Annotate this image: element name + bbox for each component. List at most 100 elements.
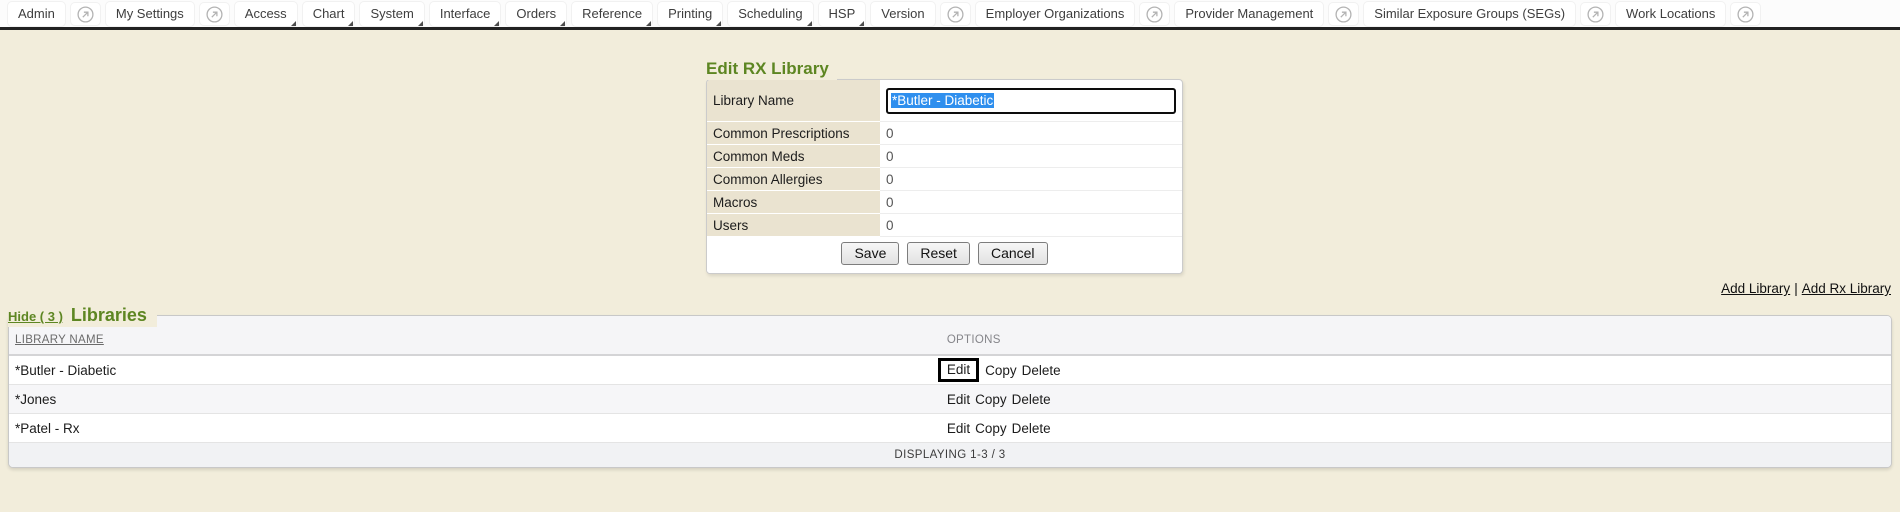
add-library-link[interactable]: Add Library xyxy=(1721,281,1790,296)
form-title: Edit RX Library xyxy=(706,58,837,80)
tab-label: Work Locations xyxy=(1626,6,1715,21)
tab-provider-management[interactable]: Provider Management xyxy=(1175,2,1323,26)
dropdown-corner-icon xyxy=(291,21,296,26)
field-label: Users xyxy=(707,214,880,237)
field-value: 0 xyxy=(880,168,1182,191)
tab-work-locations[interactable]: Work Locations xyxy=(1616,2,1725,26)
tab-label: Similar Exposure Groups (SEGs) xyxy=(1374,6,1565,21)
tab-label: Printing xyxy=(668,6,712,21)
table-header-row: LIBRARY NAME OPTIONS xyxy=(9,316,1891,356)
tab-interface[interactable]: Interface xyxy=(430,2,501,26)
tab-label: Chart xyxy=(313,6,345,21)
edit-rx-library-form: Edit RX Library Library Name *Butler - D… xyxy=(706,58,1183,274)
tab-label: Version xyxy=(881,6,924,21)
tab-label: Access xyxy=(245,6,287,21)
form-row-common-prescriptions: Common Prescriptions 0 xyxy=(707,122,1182,145)
form-row-macros: Macros 0 xyxy=(707,191,1182,214)
library-name: *Butler - Diabetic xyxy=(9,363,937,378)
dropdown-corner-icon xyxy=(716,21,721,26)
edit-link[interactable]: Edit xyxy=(947,392,970,407)
form-row-library-name: Library Name *Butler - Diabetic xyxy=(707,80,1182,122)
library-name-input[interactable]: *Butler - Diabetic xyxy=(886,88,1176,114)
table-row: *Patel - Rx Edit Copy Delete xyxy=(9,414,1891,443)
libraries-legend: Hide ( 3 ) Libraries xyxy=(8,303,157,327)
field-value: 0 xyxy=(880,145,1182,168)
copy-link[interactable]: Copy xyxy=(975,392,1007,407)
field-label: Macros xyxy=(707,191,880,214)
table-row: *Butler - Diabetic Edit Copy Delete xyxy=(9,356,1891,385)
tab-label: System xyxy=(370,6,413,21)
tab-access[interactable]: Access xyxy=(235,2,297,26)
reset-button[interactable]: Reset xyxy=(907,242,970,265)
form-box: Library Name *Butler - Diabetic Common P… xyxy=(706,79,1183,274)
column-header-options: OPTIONS xyxy=(947,334,1001,346)
edit-link[interactable]: Edit xyxy=(938,358,979,382)
add-rx-library-link[interactable]: Add Rx Library xyxy=(1802,281,1891,296)
field-value: 0 xyxy=(880,214,1182,237)
external-link-icon[interactable] xyxy=(941,3,970,25)
form-row-common-allergies: Common Allergies 0 xyxy=(707,168,1182,191)
tab-version[interactable]: Version xyxy=(871,2,934,26)
dropdown-corner-icon xyxy=(560,21,565,26)
delete-link[interactable]: Delete xyxy=(1012,421,1051,436)
form-buttons-row: Save Reset Cancel xyxy=(707,237,1182,273)
tab-label: HSP xyxy=(829,6,856,21)
tab-label: Provider Management xyxy=(1185,6,1313,21)
copy-link[interactable]: Copy xyxy=(975,421,1007,436)
external-link-icon[interactable] xyxy=(1140,3,1169,25)
external-link-icon[interactable] xyxy=(1731,3,1760,25)
external-link-icon[interactable] xyxy=(200,3,229,25)
tab-label: Interface xyxy=(440,6,491,21)
tab-my-settings[interactable]: My Settings xyxy=(106,2,194,26)
selected-input-text: *Butler - Diabetic xyxy=(891,93,994,108)
form-row-common-meds: Common Meds 0 xyxy=(707,145,1182,168)
top-navbar: Admin My Settings Access Chart System In… xyxy=(0,0,1900,30)
field-label: Library Name xyxy=(707,80,880,122)
dropdown-corner-icon xyxy=(418,21,423,26)
column-header-library-name[interactable]: LIBRARY NAME xyxy=(15,334,104,346)
tab-similar-exposure-groups[interactable]: Similar Exposure Groups (SEGs) xyxy=(1364,2,1575,26)
tab-label: Employer Organizations xyxy=(986,6,1125,21)
edit-link[interactable]: Edit xyxy=(947,421,970,436)
form-row-users: Users 0 xyxy=(707,214,1182,237)
tab-scheduling[interactable]: Scheduling xyxy=(728,2,812,26)
tab-label: Reference xyxy=(582,6,642,21)
libraries-table: LIBRARY NAME OPTIONS *Butler - Diabetic … xyxy=(8,315,1892,468)
save-button[interactable]: Save xyxy=(841,242,899,265)
copy-link[interactable]: Copy xyxy=(985,363,1017,378)
dropdown-corner-icon xyxy=(859,21,864,26)
field-label: Common Prescriptions xyxy=(707,122,880,145)
external-link-icon[interactable] xyxy=(71,3,100,25)
field-value: 0 xyxy=(880,191,1182,214)
field-label: Common Allergies xyxy=(707,168,880,191)
tab-orders[interactable]: Orders xyxy=(506,2,566,26)
tab-employer-organizations[interactable]: Employer Organizations xyxy=(976,2,1135,26)
external-link-icon[interactable] xyxy=(1329,3,1358,25)
tab-reference[interactable]: Reference xyxy=(572,2,652,26)
field-value: 0 xyxy=(880,122,1182,145)
table-row: *Jones Edit Copy Delete xyxy=(9,385,1891,414)
hide-link[interactable]: Hide ( 3 ) xyxy=(8,309,63,324)
link-divider: | xyxy=(1794,281,1798,296)
tab-printing[interactable]: Printing xyxy=(658,2,722,26)
tab-admin[interactable]: Admin xyxy=(8,2,65,26)
delete-link[interactable]: Delete xyxy=(1022,363,1061,378)
tab-label: My Settings xyxy=(116,6,184,21)
delete-link[interactable]: Delete xyxy=(1012,392,1051,407)
tab-label: Orders xyxy=(516,6,556,21)
library-name: *Jones xyxy=(9,392,937,407)
library-name: *Patel - Rx xyxy=(9,421,937,436)
tab-system[interactable]: System xyxy=(360,2,423,26)
libraries-title: Libraries xyxy=(71,303,147,327)
external-link-icon[interactable] xyxy=(1581,3,1610,25)
table-paging-status: DISPLAYING 1-3 / 3 xyxy=(9,443,1891,467)
dropdown-corner-icon xyxy=(494,21,499,26)
tab-label: Scheduling xyxy=(738,6,802,21)
tab-hsp[interactable]: HSP xyxy=(819,2,866,26)
dropdown-corner-icon xyxy=(646,21,651,26)
add-links: Add Library | Add Rx Library xyxy=(1721,281,1891,296)
field-value-cell: *Butler - Diabetic xyxy=(880,80,1182,122)
dropdown-corner-icon xyxy=(348,21,353,26)
cancel-button[interactable]: Cancel xyxy=(978,242,1048,265)
tab-chart[interactable]: Chart xyxy=(303,2,355,26)
